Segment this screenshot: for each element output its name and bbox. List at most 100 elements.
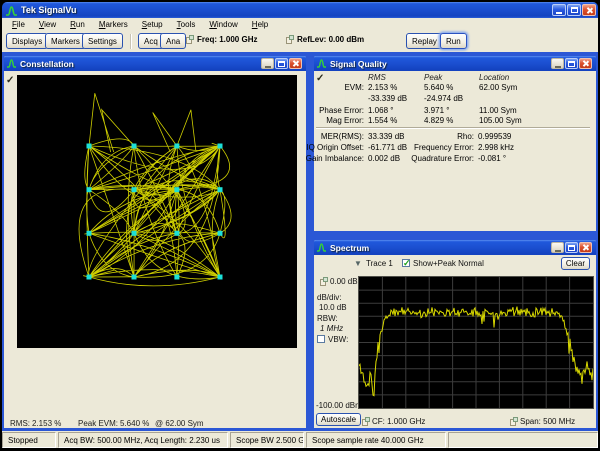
status-bar: Stopped Acq BW: 500.00 MHz, Acq Length: … (2, 431, 598, 448)
mdi-workspace: Constellation RMS: 2.153 % Peak EVM: 5.6… (2, 52, 598, 431)
maximize-icon[interactable] (565, 242, 578, 253)
reflevel-field[interactable]: RefLev: 0.00 dBm (286, 35, 364, 44)
col-header-location: Location (479, 73, 509, 82)
menu-item-window[interactable]: Window (202, 20, 244, 29)
frequency-error-label: Frequency Error: (414, 143, 474, 152)
separator (316, 127, 590, 129)
constellation-panel: Constellation RMS: 2.153 % Peak EVM: 5.6… (2, 54, 308, 430)
mer-label: MER(RMS): (321, 132, 364, 141)
clear-button[interactable]: Clear (561, 257, 590, 270)
phase-error-peak: 3.971 ° (424, 106, 449, 115)
menu-item-tools[interactable]: Tools (170, 20, 203, 29)
gain-imbalance-value: 0.002 dB (368, 154, 400, 163)
displays-button[interactable]: Displays (6, 33, 48, 49)
status-scope-bw: Scope BW 2.500 GHz (230, 432, 304, 448)
rbw-label: RBW: (317, 314, 338, 323)
status-acquisition: Acq BW: 500.00 MHz, Acq Length: 2.230 us (58, 432, 228, 448)
signal-quality-title-bar[interactable]: Signal Quality (314, 56, 596, 71)
constellation-content: RMS: 2.153 % Peak EVM: 5.640 % @ 62.00 S… (4, 71, 306, 428)
panel-title: Spectrum (330, 243, 369, 253)
constellation-title-bar[interactable]: Constellation (4, 56, 306, 71)
spectrum-plot (359, 277, 593, 408)
menu-item-help[interactable]: Help (245, 20, 275, 29)
minimize-icon[interactable] (261, 58, 274, 69)
settings-button[interactable]: Settings (82, 33, 123, 49)
panel-icon (316, 58, 327, 69)
evm-peak: 5.640 % (424, 83, 453, 92)
chevron-down-icon[interactable]: ▼ (354, 259, 362, 268)
ana-button[interactable]: Ana (160, 33, 186, 49)
frequency-error-value: 2.998 kHz (478, 143, 514, 152)
minimize-icon[interactable] (551, 58, 564, 69)
maximize-icon[interactable] (275, 58, 288, 69)
iq-origin-offset-value: -61.771 dB (368, 143, 407, 152)
app-icon (5, 4, 18, 17)
mag-error-rms: 1.554 % (368, 116, 397, 125)
restore-icon[interactable] (567, 4, 581, 16)
edit-value-icon (510, 417, 518, 426)
close-icon[interactable] (582, 4, 596, 16)
minimize-icon[interactable] (552, 4, 566, 16)
replay-button[interactable]: Replay (406, 33, 443, 49)
rms-label: RMS: (10, 419, 30, 428)
col-header-peak: Peak (424, 73, 442, 82)
center-frequency-field[interactable]: CF: 1.000 GHz (362, 417, 425, 426)
close-icon[interactable] (579, 58, 592, 69)
close-icon[interactable] (579, 242, 592, 253)
peak-evm-value: 5.640 % (120, 419, 149, 428)
toolbar: Displays Markers Settings Acq Ana Freq: … (2, 31, 598, 53)
constellation-readout: RMS: 2.153 % Peak EVM: 5.640 % @ 62.00 S… (4, 419, 306, 429)
signal-quality-content: RMS Peak Location EVM: 2.153 % 5.640 % 6… (314, 71, 596, 231)
mag-error-location: 105.00 Sym (479, 116, 522, 125)
window-controls (551, 4, 598, 16)
floor-level-value: -100.00 dBm (316, 401, 362, 410)
trace-selector[interactable]: Trace 1 (366, 259, 393, 268)
vbw-checkbox[interactable] (317, 335, 325, 343)
menu-item-setup[interactable]: Setup (135, 20, 170, 29)
menu-item-file[interactable]: File (5, 20, 32, 29)
minimize-icon[interactable] (551, 242, 564, 253)
status-run-state: Stopped (2, 432, 56, 448)
evm-rms: 2.153 % (368, 83, 397, 92)
edit-value-icon (186, 35, 194, 44)
span-field[interactable]: Span: 500 MHz (510, 417, 575, 426)
panel-icon (316, 242, 327, 253)
run-button[interactable]: Run (440, 33, 467, 49)
constellation-plot (17, 75, 297, 348)
enabled-check-icon (6, 75, 14, 86)
menu-item-markers[interactable]: Markers (92, 20, 135, 29)
panel-controls (550, 58, 594, 69)
spectrum-title-bar[interactable]: Spectrum (314, 240, 596, 255)
window-title: Tek SignalVu (21, 5, 77, 15)
mer-value: 33.339 dB (368, 132, 404, 141)
menu-item-run[interactable]: Run (63, 20, 92, 29)
dbdiv-value[interactable]: 10.0 dB (319, 303, 347, 312)
rho-value: 0.999539 (478, 132, 511, 141)
rho-label: Rho: (457, 132, 474, 141)
toolbar-separator (130, 34, 132, 49)
status-sample-rate: Scope sample rate 40.000 GHz (306, 432, 446, 448)
rms-value: 2.153 % (32, 419, 61, 428)
show-checkbox[interactable] (402, 259, 410, 267)
autoscale-button[interactable]: Autoscale (316, 413, 361, 426)
edit-value-icon (362, 417, 370, 426)
mag-error-label: Mag Error: (326, 116, 364, 125)
constellation-display[interactable] (17, 75, 297, 348)
close-icon[interactable] (289, 58, 302, 69)
vbw-label: VBW: (328, 335, 348, 344)
panel-title: Constellation (20, 59, 74, 69)
application-window: Tek SignalVu File View Run Markers Setup… (0, 0, 600, 451)
edit-value-icon (320, 277, 328, 286)
span-value: Span: 500 MHz (520, 417, 575, 426)
markers-button[interactable]: Markers (45, 33, 86, 49)
spectrum-display[interactable] (358, 276, 594, 409)
panel-icon (6, 58, 17, 69)
title-bar[interactable]: Tek SignalVu (2, 2, 598, 18)
quadrature-error-label: Quadrature Error: (411, 154, 474, 163)
menu-item-view[interactable]: View (32, 20, 63, 29)
evm-location: 62.00 Sym (479, 83, 517, 92)
rbw-value[interactable]: 1 MHz (320, 324, 343, 333)
maximize-icon[interactable] (565, 58, 578, 69)
spectrum-content: ▼ Trace 1 Show +Peak Normal Clear 0.00 d… (314, 255, 596, 428)
frequency-field[interactable]: Freq: 1.000 GHz (186, 35, 257, 44)
